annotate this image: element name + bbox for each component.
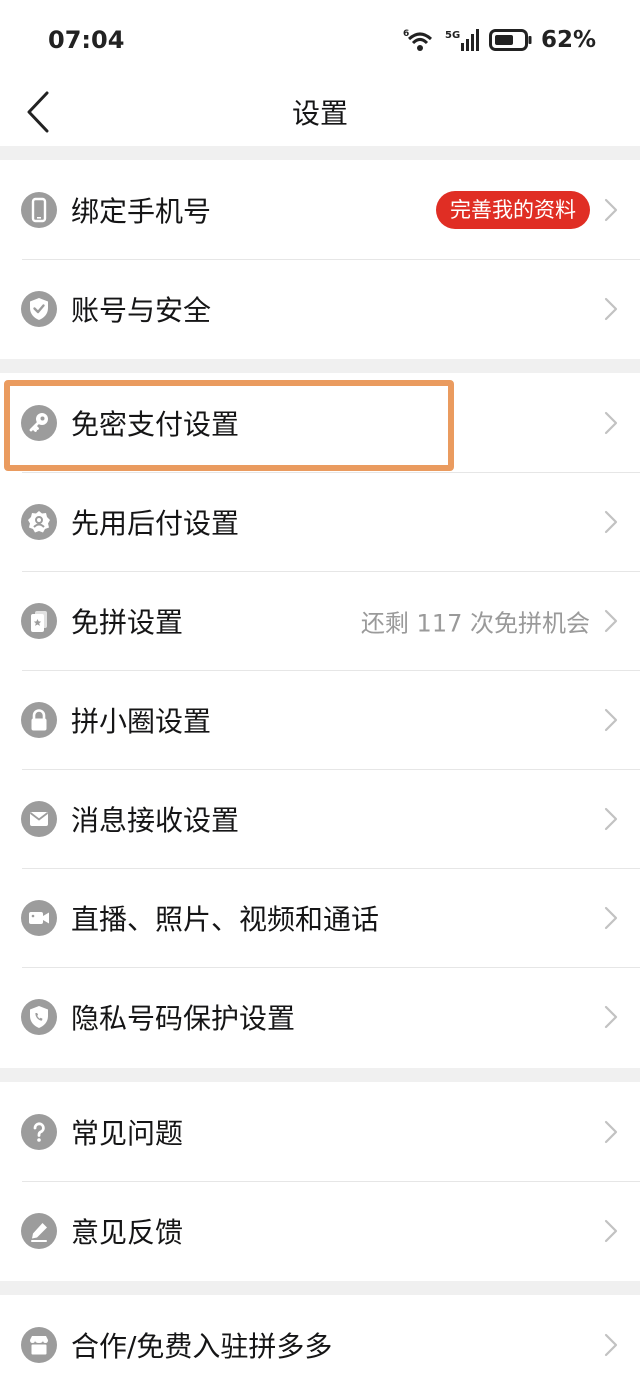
settings-item-buy-now-pay-later[interactable]: 先用后付设置 bbox=[0, 472, 640, 571]
chevron-right-icon bbox=[604, 807, 618, 830]
settings-group-account: 绑定手机号 完善我的资料 账号与安全 bbox=[0, 160, 640, 358]
battery-percent: 62% bbox=[540, 27, 596, 53]
status-icons: 6 5G 62% bbox=[403, 24, 596, 56]
settings-item-label: 消息接收设置 bbox=[71, 803, 240, 837]
settings-item-label: 免密支付设置 bbox=[71, 407, 240, 441]
section-separator bbox=[0, 146, 640, 160]
chevron-right-icon bbox=[604, 708, 618, 731]
network-type: 5G bbox=[445, 30, 460, 41]
chevron-right-icon bbox=[604, 198, 618, 221]
settings-item-account-security[interactable]: 账号与安全 bbox=[0, 259, 640, 358]
mail-icon bbox=[21, 800, 57, 837]
settings-item-label: 账号与安全 bbox=[71, 293, 212, 327]
settings-item-label: 常见问题 bbox=[71, 1116, 184, 1150]
chevron-right-icon bbox=[604, 1219, 618, 1242]
cards-icon bbox=[21, 602, 57, 639]
battery-icon bbox=[488, 29, 532, 51]
settings-item-feedback[interactable]: 意见反馈 bbox=[0, 1181, 640, 1280]
settings-item-label: 拼小圈设置 bbox=[71, 704, 212, 738]
settings-item-label: 免拼设置 bbox=[71, 605, 184, 639]
store-icon bbox=[21, 1326, 57, 1363]
settings-item-label: 先用后付设置 bbox=[71, 506, 240, 540]
settings-item-label: 合作/免费入驻拼多多 bbox=[71, 1329, 333, 1363]
settings-item-live-photo-video-call[interactable]: 直播、照片、视频和通话 bbox=[0, 868, 640, 967]
chevron-right-icon bbox=[604, 297, 618, 320]
shield-check-icon bbox=[21, 290, 57, 327]
settings-item-privacy-number-protection[interactable]: 隐私号码保护设置 bbox=[0, 967, 640, 1066]
settings-item-password-free-payment[interactable]: 免密支付设置 bbox=[0, 373, 640, 472]
chevron-right-icon bbox=[604, 1120, 618, 1143]
settings-item-message-notifications[interactable]: 消息接收设置 bbox=[0, 769, 640, 868]
page-title: 设置 bbox=[291, 97, 348, 130]
phone-icon bbox=[21, 191, 57, 228]
chevron-right-icon bbox=[604, 1333, 618, 1356]
question-icon bbox=[21, 1113, 57, 1150]
settings-item-label: 绑定手机号 bbox=[71, 194, 212, 228]
settings-item-moments-circle[interactable]: 拼小圈设置 bbox=[0, 670, 640, 769]
chevron-right-icon bbox=[604, 411, 618, 434]
wifi-icon: 6 bbox=[403, 29, 432, 51]
settings-group-features: 免密支付设置 先用后付设置 免拼设置 还剩 117 次免拼机会 拼小圈设置 消息… bbox=[0, 373, 640, 1066]
settings-group-help: 常见问题 意见反馈 bbox=[0, 1082, 640, 1280]
settings-item-bind-phone[interactable]: 绑定手机号 完善我的资料 bbox=[0, 160, 640, 259]
settings-item-group-free[interactable]: 免拼设置 还剩 117 次免拼机会 bbox=[0, 571, 640, 670]
chevron-right-icon bbox=[604, 1005, 618, 1028]
settings-item-cooperation-join[interactable]: 合作/免费入驻拼多多 bbox=[0, 1295, 640, 1394]
section-separator bbox=[0, 1068, 640, 1082]
settings-item-label: 意见反馈 bbox=[71, 1215, 184, 1249]
chevron-right-icon bbox=[604, 510, 618, 533]
lock-icon bbox=[21, 701, 57, 738]
remaining-chances-text: 还剩 117 次免拼机会 bbox=[360, 609, 590, 637]
section-separator bbox=[0, 359, 640, 373]
chevron-right-icon bbox=[604, 906, 618, 929]
cellular-signal-icon: 5G bbox=[445, 29, 479, 51]
shield-phone-icon bbox=[21, 998, 57, 1035]
status-bar: 07:04 6 5G 62% bbox=[0, 0, 640, 80]
pencil-icon bbox=[21, 1212, 57, 1249]
settings-item-label: 直播、照片、视频和通话 bbox=[71, 902, 380, 936]
status-time: 07:04 bbox=[48, 26, 125, 54]
badge-person-icon bbox=[21, 503, 57, 540]
settings-item-label: 隐私号码保护设置 bbox=[71, 1001, 296, 1035]
svg-text:6: 6 bbox=[403, 29, 409, 39]
settings-item-faq[interactable]: 常见问题 bbox=[0, 1082, 640, 1181]
settings-group-partnership: 合作/免费入驻拼多多 bbox=[0, 1295, 640, 1394]
video-camera-icon bbox=[21, 899, 57, 936]
navigation-bar: 设置 bbox=[0, 80, 640, 146]
chevron-right-icon bbox=[604, 609, 618, 632]
key-icon bbox=[21, 404, 57, 441]
section-separator bbox=[0, 1281, 640, 1295]
complete-profile-badge[interactable]: 完善我的资料 bbox=[436, 190, 590, 229]
